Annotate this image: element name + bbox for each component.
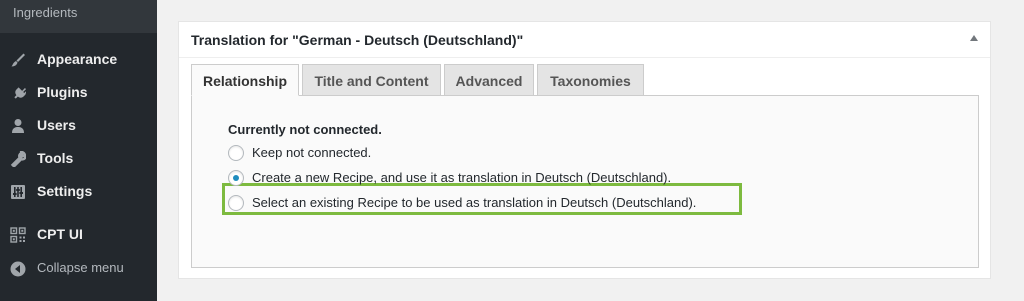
radio-button[interactable] — [228, 145, 244, 161]
admin-sidebar: Ingredients Appearance Plugins Users Too… — [0, 0, 157, 301]
sidebar-item-label: Tools — [37, 150, 74, 166]
sidebar-item-appearance[interactable]: Appearance — [0, 44, 157, 76]
tab-label: Title and Content — [314, 73, 429, 89]
sidebar-item-plugins[interactable]: Plugins — [0, 77, 157, 109]
connection-status: Currently not connected. — [228, 122, 382, 137]
tab-label: Relationship — [202, 73, 287, 89]
sidebar-item-cpt-ui[interactable]: CPT UI — [0, 219, 157, 251]
radio-create-new-recipe[interactable]: Create a new Recipe, and use it as trans… — [228, 169, 728, 187]
sidebar-item-label: Plugins — [37, 84, 88, 100]
radio-button[interactable] — [228, 195, 244, 211]
user-icon — [12, 119, 24, 133]
sidebar-item-users[interactable]: Users — [0, 110, 157, 142]
radio-keep-not-connected[interactable]: Keep not connected. — [228, 144, 428, 162]
sidebar-item-settings[interactable]: Settings — [0, 176, 157, 208]
tab-advanced[interactable]: Advanced — [444, 64, 534, 96]
tab-label: Taxonomies — [550, 73, 631, 89]
radio-label[interactable]: Select an existing Recipe to be used as … — [252, 195, 696, 210]
postbox-header[interactable]: Translation for "German - Deutsch (Deuts… — [179, 22, 990, 58]
radio-select-existing-recipe[interactable]: Select an existing Recipe to be used as … — [228, 194, 748, 212]
tab-relationship[interactable]: Relationship — [191, 64, 299, 96]
translation-postbox: Translation for "German - Deutsch (Deuts… — [178, 21, 991, 279]
grid-qr-icon — [10, 227, 26, 243]
collapse-toggle-icon[interactable] — [970, 35, 978, 41]
relationship-panel: Currently not connected. Keep not connec… — [191, 95, 979, 268]
collapse-arrow-icon — [10, 261, 26, 277]
radio-label[interactable]: Keep not connected. — [252, 145, 371, 160]
collapse-menu-button[interactable]: Collapse menu — [0, 253, 157, 285]
radio-button-selected[interactable] — [228, 170, 244, 186]
submenu-current[interactable]: Ingredients — [0, 0, 157, 33]
sidebar-item-tools[interactable]: Tools — [0, 143, 157, 175]
radio-label[interactable]: Create a new Recipe, and use it as trans… — [252, 170, 671, 185]
collapse-menu-label: Collapse menu — [37, 260, 124, 275]
tab-title-and-content[interactable]: Title and Content — [302, 64, 441, 96]
sidebar-item-label: Appearance — [37, 51, 118, 67]
sidebar-item-label: Users — [37, 117, 76, 133]
plug-icon — [14, 87, 26, 99]
submenu-label-ingredients[interactable]: Ingredients — [13, 5, 77, 20]
postbox-title: Translation for "German - Deutsch (Deuts… — [191, 32, 524, 48]
settings-sliders-icon — [11, 185, 25, 199]
wrench-icon — [10, 151, 26, 167]
sidebar-item-label: CPT UI — [37, 226, 83, 242]
main-content: Translation for "German - Deutsch (Deuts… — [157, 0, 1024, 301]
tab-taxonomies[interactable]: Taxonomies — [537, 64, 644, 96]
paintbrush-icon — [11, 53, 25, 67]
sidebar-item-label: Settings — [37, 183, 93, 199]
tab-label: Advanced — [455, 73, 523, 89]
